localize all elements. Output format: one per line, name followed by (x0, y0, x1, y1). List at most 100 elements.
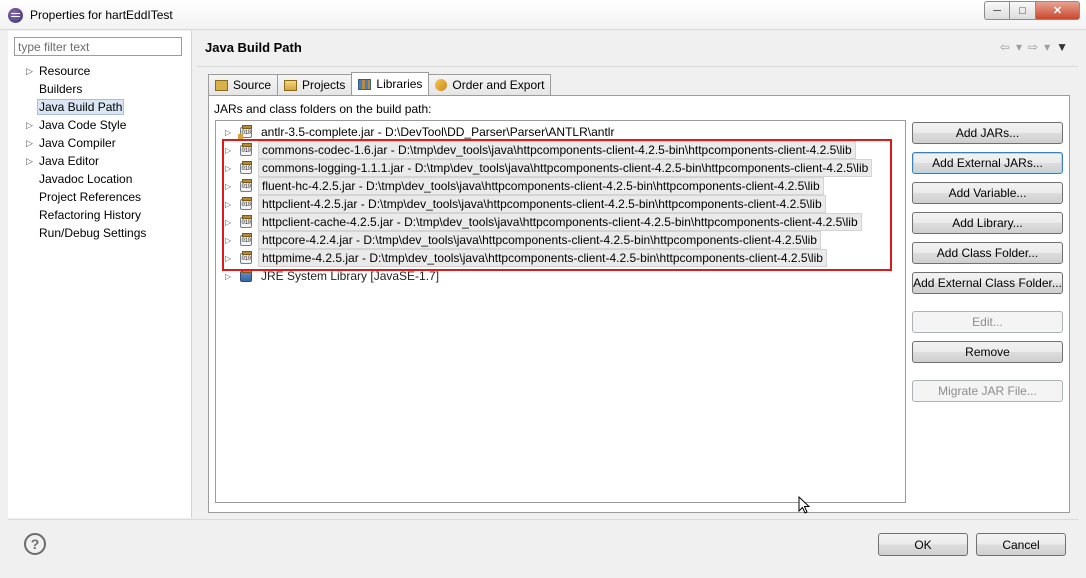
filter-input[interactable] (14, 37, 182, 56)
title-bar: Properties for hartEddITest ─ □ ✕ (0, 0, 1086, 30)
nav-item-label: Refactoring History (39, 208, 142, 222)
expand-arrow-icon[interactable]: ▷ (225, 161, 231, 177)
expand-arrow-icon[interactable]: ▷ (26, 134, 33, 152)
expand-arrow-icon[interactable]: ▷ (26, 62, 33, 80)
build-path-entry[interactable]: ▷ 010 fluent-hc-4.2.5.jar - D:\tmp\dev_too… (216, 177, 905, 195)
expand-arrow-icon[interactable]: ▷ (26, 116, 33, 134)
jar-file-icon: 010 (240, 197, 252, 210)
tab-projects[interactable]: Projects (277, 74, 353, 95)
add-jars-button[interactable]: Add JARs... (912, 122, 1063, 144)
nav-item-refactoring-history[interactable]: Refactoring History (16, 206, 192, 224)
nav-item-label: Resource (39, 64, 91, 78)
tab-label: Source (233, 78, 272, 92)
back-arrow-icon[interactable]: ⇦ (1000, 40, 1010, 54)
expand-arrow-icon[interactable]: ▷ (225, 125, 231, 141)
add-external-jars-button[interactable]: Add External JARs... (912, 152, 1063, 174)
tab-libraries[interactable]: Libraries (351, 72, 430, 95)
entry-label: httpclient-cache-4.2.5.jar - D:\tmp\dev_… (258, 213, 862, 231)
history-nav: ⇦ ▾ ⇨ ▾ ▼ (1000, 40, 1068, 54)
forward-dropdown-icon[interactable]: ▾ (1044, 40, 1050, 54)
nav-item-label: Run/Debug Settings (39, 226, 147, 240)
properties-nav-panel: ▷ResourceBuildersJava Build Path▷Java Co… (8, 31, 192, 518)
nav-item-java-build-path[interactable]: Java Build Path (16, 98, 192, 116)
jar-file-icon: 010 (238, 125, 252, 139)
add-class-folder-button[interactable]: Add Class Folder... (912, 242, 1063, 264)
build-path-list[interactable]: ▷ 010 antlr-3.5-complete.jar - D:\DevTool\… (215, 120, 906, 503)
expand-arrow-icon[interactable]: ▷ (225, 143, 231, 159)
expand-arrow-icon[interactable]: ▷ (225, 269, 231, 285)
window-controls: ─ □ ✕ (984, 1, 1080, 20)
remove-button[interactable]: Remove (912, 341, 1063, 363)
add-variable-button[interactable]: Add Variable... (912, 182, 1063, 204)
close-icon: ✕ (1052, 5, 1063, 17)
build-path-tabs: Source Projects Libraries Order and Export (208, 72, 552, 95)
nav-item-resource[interactable]: ▷ Resource (16, 62, 192, 80)
expand-arrow-icon[interactable]: ▷ (225, 215, 231, 231)
cancel-button[interactable]: Cancel (976, 533, 1066, 556)
nav-item-run-debug-settings[interactable]: Run/Debug Settings (16, 224, 192, 242)
build-path-entry[interactable]: ▷ 010 commons-codec-1.6.jar - D:\tmp\dev_t… (216, 141, 905, 159)
entry-label: httpclient-4.2.5.jar - D:\tmp\dev_tools\… (258, 195, 826, 213)
edit-button: Edit... (912, 311, 1063, 333)
tab-label: Order and Export (452, 78, 545, 92)
footer-divider (8, 519, 1078, 520)
expand-arrow-icon[interactable]: ▷ (225, 251, 231, 267)
nav-item-label: Java Code Style (39, 118, 127, 132)
maximize-icon: □ (1019, 4, 1026, 17)
nav-item-label: Project References (39, 190, 142, 204)
entry-label: httpcore-4.2.4.jar - D:\tmp\dev_tools\ja… (258, 231, 821, 249)
build-path-entry[interactable]: ▷ 010 antlr-3.5-complete.jar - D:\DevTool\… (216, 123, 905, 141)
tab-source[interactable]: Source (208, 74, 279, 95)
tab-order-and-export[interactable]: Order and Export (428, 74, 552, 95)
help-icon[interactable]: ? (24, 533, 46, 555)
forward-arrow-icon[interactable]: ⇨ (1028, 40, 1038, 54)
build-path-entry[interactable]: ▷ 010 httpmime-4.2.5.jar - D:\tmp\dev_tool… (216, 249, 905, 267)
back-dropdown-icon[interactable]: ▾ (1016, 40, 1022, 54)
expand-arrow-icon[interactable]: ▷ (225, 197, 231, 213)
eclipse-icon (8, 8, 23, 23)
expand-arrow-icon[interactable]: ▷ (225, 233, 231, 249)
tab-label: Libraries (376, 77, 423, 91)
entry-label: fluent-hc-4.2.5.jar - D:\tmp\dev_tools\j… (258, 177, 824, 195)
nav-item-label: Javadoc Location (39, 172, 133, 186)
build-path-entry[interactable]: ▷ 010 httpcore-4.2.4.jar - D:\tmp\dev_tool… (216, 231, 905, 249)
jar-file-icon: 010 (240, 233, 252, 246)
window-title: Properties for hartEddITest (30, 8, 173, 22)
build-path-entry[interactable]: ▷ 010 httpclient-cache-4.2.5.jar - D:\tmp\… (216, 213, 905, 231)
jre-library-icon (238, 268, 254, 283)
header-divider (197, 66, 1078, 67)
close-button[interactable]: ✕ (1036, 1, 1080, 20)
entry-label: antlr-3.5-complete.jar - D:\DevTool\DD_P… (261, 125, 615, 139)
nav-item-label: Java Editor (39, 154, 100, 168)
minimize-button[interactable]: ─ (984, 1, 1010, 20)
minimize-icon: ─ (993, 4, 1001, 17)
projects-icon (284, 79, 298, 91)
order-export-icon (435, 79, 448, 91)
nav-item-label: Java Compiler (39, 136, 116, 150)
source-folder-icon (215, 79, 228, 91)
tab-label: Projects (302, 78, 346, 92)
build-path-entry[interactable]: ▷ JRE System Library [JavaSE-1.7] (216, 267, 905, 285)
nav-item-project-references[interactable]: Project References (16, 188, 192, 206)
nav-item-label: Builders (39, 82, 83, 96)
add-library-button[interactable]: Add Library... (912, 212, 1063, 234)
expand-arrow-icon[interactable]: ▷ (225, 179, 231, 195)
nav-item-java-code-style[interactable]: ▷ Java Code Style (16, 116, 192, 134)
nav-item-java-compiler[interactable]: ▷ Java Compiler (16, 134, 192, 152)
entry-label: JRE System Library [JavaSE-1.7] (261, 269, 440, 283)
maximize-button[interactable]: □ (1010, 1, 1036, 20)
ok-button[interactable]: OK (878, 533, 968, 556)
add-external-class-folder-button[interactable]: Add External Class Folder... (912, 272, 1063, 294)
properties-nav-tree: ▷ Resource Builders Java Build Path ▷ Java Co… (16, 62, 192, 242)
entry-label: commons-codec-1.6.jar - D:\tmp\dev_tools… (258, 141, 856, 159)
nav-item-javadoc-location[interactable]: Javadoc Location (16, 170, 192, 188)
expand-arrow-icon[interactable]: ▷ (26, 152, 33, 170)
build-path-entry[interactable]: ▷ 010 commons-logging-1.1.1.jar - D:\tmp\d… (216, 159, 905, 177)
entry-label: commons-logging-1.1.1.jar - D:\tmp\dev_t… (258, 159, 873, 177)
nav-item-builders[interactable]: Builders (16, 80, 192, 98)
build-path-entry[interactable]: ▷ 010 httpclient-4.2.5.jar - D:\tmp\dev_to… (216, 195, 905, 213)
nav-item-java-editor[interactable]: ▷ Java Editor (16, 152, 192, 170)
view-menu-icon[interactable]: ▼ (1056, 40, 1068, 54)
jar-file-icon: 010 (240, 251, 252, 264)
page-title: Java Build Path (205, 40, 302, 55)
